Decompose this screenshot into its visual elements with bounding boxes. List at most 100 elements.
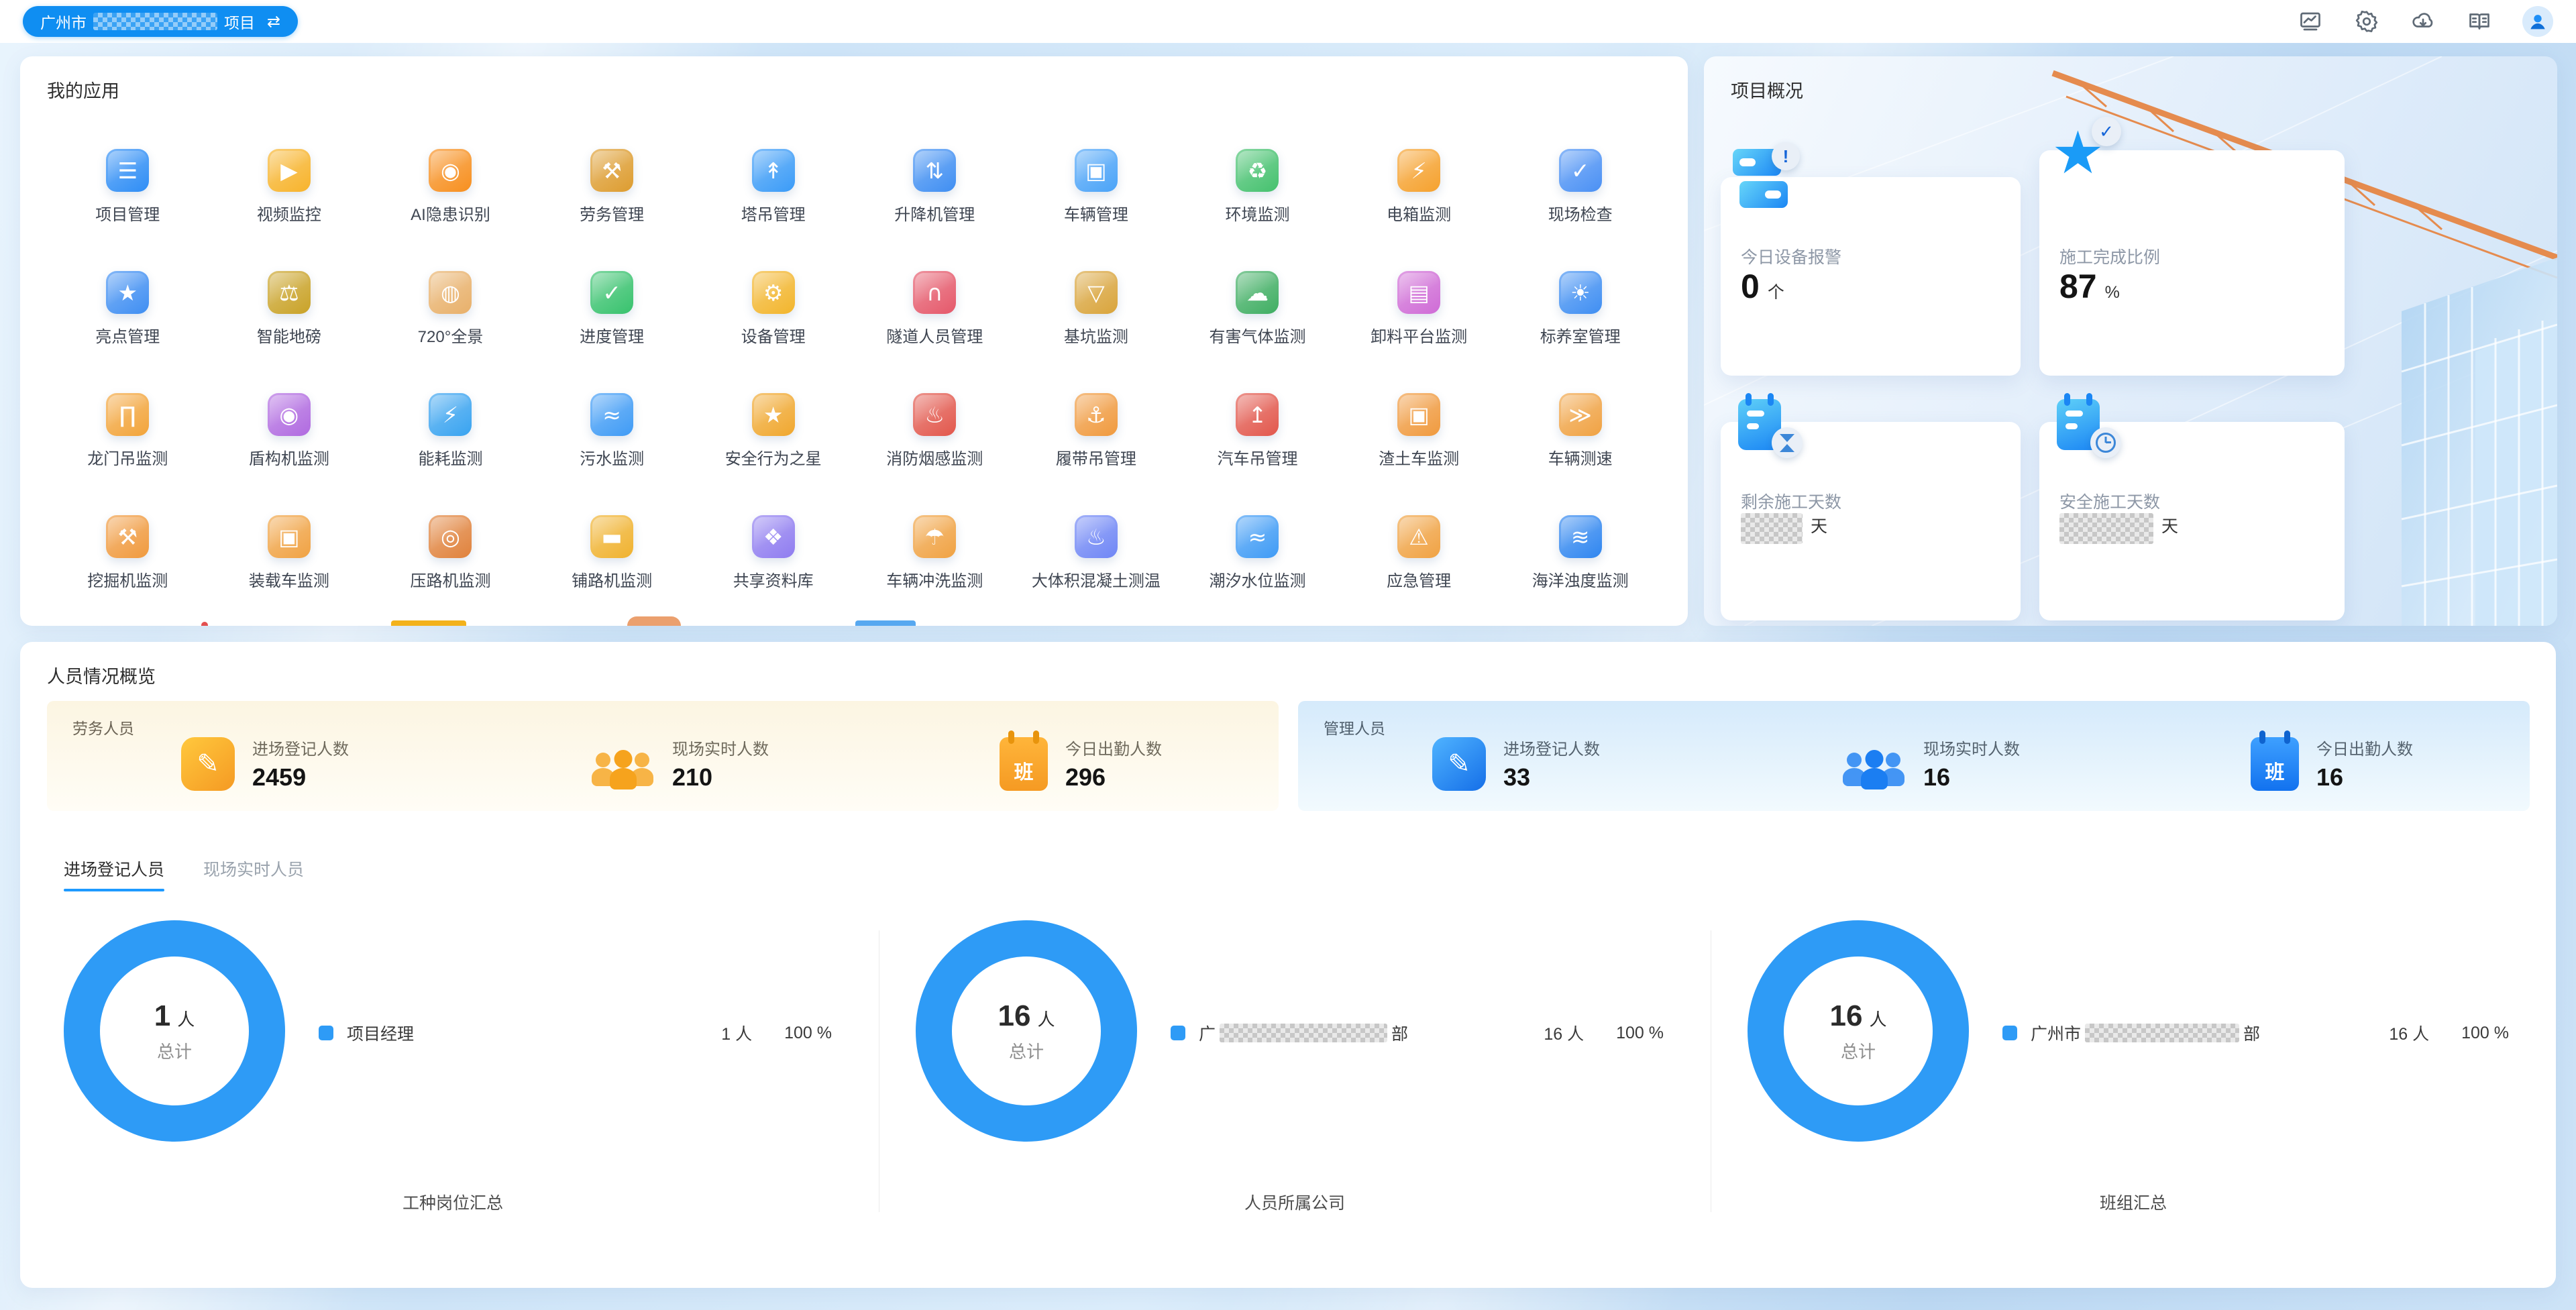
personnel-stat: ✎进场登记人数33 [1432, 736, 1841, 792]
tab-onsite-persons[interactable]: 现场实时人员 [203, 857, 304, 891]
monitor-chart-icon[interactable] [2297, 8, 2324, 35]
app-item[interactable]: ⚓履带吊管理 [1056, 393, 1136, 515]
app-label: 进度管理 [580, 323, 644, 347]
legend-swatch [2002, 1026, 2017, 1040]
app-item[interactable]: ⚠应急管理 [1387, 515, 1451, 626]
personnel-stat: 现场实时人数16 [1841, 736, 2251, 792]
app-item[interactable]: ⚒挖掘机监测 [87, 515, 168, 626]
chart-caption: 工种岗位汇总 [27, 1190, 879, 1214]
app-item[interactable]: ⚙设备管理 [741, 271, 806, 393]
app-item[interactable]: ⇅升降机管理 [894, 149, 975, 271]
legend-name: 项目经理 [347, 1021, 721, 1045]
register-icon: ✎ [181, 737, 235, 791]
app-item[interactable]: ♨大体积混凝土测温 [1032, 515, 1161, 626]
app-label: 装载车监测 [249, 567, 329, 591]
app-label: 能耗监测 [418, 445, 482, 469]
management-personnel-box: 管理人员 ✎进场登记人数33现场实时人数16班今日出勤人数16 [1298, 701, 2530, 811]
stat-label: 进场登记人数 [1503, 736, 1600, 759]
partial-app-icon [627, 616, 681, 626]
app-item[interactable]: ❖共享资料库 [733, 515, 814, 626]
app-item[interactable]: ☂车辆冲洗监测 [886, 515, 983, 626]
app-item[interactable]: ☀标养室管理 [1540, 271, 1621, 393]
people-icon [1841, 739, 1906, 789]
attendance-calendar-icon: 班 [1000, 737, 1048, 791]
card-unit: 天 [1811, 513, 1827, 537]
app-icon: ☁ [1236, 271, 1279, 314]
app-label: 应急管理 [1387, 567, 1451, 591]
app-item[interactable]: ▬铺路机监测 [572, 515, 652, 626]
app-item[interactable]: ≋海洋浊度监测 [1532, 515, 1629, 626]
app-item[interactable]: ▤卸料平台监测 [1371, 271, 1467, 393]
app-label: 车辆测速 [1548, 445, 1613, 469]
app-label: 升降机管理 [894, 201, 975, 225]
app-item[interactable]: ∩隧道人员管理 [886, 271, 983, 393]
personnel-stat: 现场实时人数210 [590, 736, 1000, 792]
card-label: 安全施工天数 [2059, 489, 2160, 513]
user-avatar[interactable] [2522, 6, 2553, 37]
partial-app-icon [855, 620, 916, 626]
app-item[interactable]: ≫车辆测速 [1548, 393, 1613, 515]
tab-registered-persons[interactable]: 进场登记人员 [64, 857, 164, 891]
app-item[interactable]: ◉AI隐患识别 [411, 149, 490, 271]
app-item[interactable]: ≈潮汐水位监测 [1209, 515, 1305, 626]
donut-center: 16人 总计 [952, 957, 1101, 1105]
star-check-icon: ★ ✓ [2051, 119, 2118, 186]
app-icon: ▶ [268, 149, 311, 192]
app-item[interactable]: ✓现场检查 [1548, 149, 1613, 271]
app-item[interactable]: ☰项目管理 [95, 149, 160, 271]
my-apps-title: 我的应用 [47, 76, 119, 103]
app-item[interactable]: ⚖智能地磅 [257, 271, 321, 393]
cloud-download-icon[interactable] [2410, 8, 2436, 35]
app-icon: ♨ [1075, 515, 1118, 558]
legend-percent: 100 % [784, 1024, 832, 1043]
settings-gear-icon[interactable] [2353, 8, 2380, 35]
app-item[interactable]: ◎压路机监测 [410, 515, 490, 626]
app-label: 电箱监测 [1387, 201, 1451, 225]
app-icon: ♨ [913, 393, 956, 436]
app-item[interactable]: ★亮点管理 [95, 271, 160, 393]
app-label: 智能地磅 [257, 323, 321, 347]
app-item[interactable]: ▣车辆管理 [1064, 149, 1128, 271]
calendar-clock-icon [2051, 391, 2118, 458]
app-item[interactable]: ↥汽车吊管理 [1217, 393, 1297, 515]
legend-percent: 100 % [1616, 1024, 1664, 1043]
app-icon: ≋ [1559, 515, 1602, 558]
app-item[interactable]: ▣渣土车监测 [1379, 393, 1459, 515]
app-item[interactable]: ▣装载车监测 [249, 515, 329, 626]
app-icon: ≈ [590, 393, 633, 436]
app-item[interactable]: ∏龙门吊监测 [87, 393, 168, 515]
personnel-donut-chart: 1人 总计 项目经理 1 人 100 % 工种岗位汇总 [27, 920, 879, 1229]
app-item[interactable]: ≈污水监测 [580, 393, 644, 515]
personnel-donut-chart: 16人 总计 广部 16 人 100 % 人员所属公司 [879, 920, 1711, 1229]
app-label: 标养室管理 [1540, 323, 1621, 347]
app-item[interactable]: ★安全行为之星 [725, 393, 822, 515]
app-item[interactable]: ◉盾构机监测 [249, 393, 329, 515]
app-item[interactable]: ⚡电箱监测 [1387, 149, 1451, 271]
stat-value: 16 [1923, 763, 2020, 792]
app-icon: ♻ [1236, 149, 1279, 192]
app-label: 车辆管理 [1064, 201, 1128, 225]
labor-title: 劳务人员 [72, 716, 134, 739]
manual-book-icon[interactable] [2466, 8, 2493, 35]
management-stats: ✎进场登记人数33现场实时人数16班今日出勤人数16 [1432, 736, 2576, 792]
app-item[interactable]: ✓进度管理 [580, 271, 644, 393]
project-switcher[interactable]: 广州市 项目 ⇄ [23, 6, 298, 37]
app-icon: ❖ [752, 515, 795, 558]
app-item[interactable]: ↟塔吊管理 [741, 149, 806, 271]
app-item[interactable]: ♨消防烟感监测 [886, 393, 983, 515]
app-label: 现场检查 [1548, 201, 1613, 225]
app-label: 龙门吊监测 [87, 445, 168, 469]
app-item[interactable]: ⚡能耗监测 [418, 393, 482, 515]
app-label: 安全行为之星 [725, 445, 822, 469]
app-item[interactable]: ▶视频监控 [257, 149, 321, 271]
app-item[interactable]: ☁有害气体监测 [1209, 271, 1305, 393]
app-item[interactable]: ◍720°全景 [418, 271, 484, 393]
project-overview-title: 项目概况 [1731, 76, 1803, 103]
app-item[interactable]: ♻环境监测 [1225, 149, 1289, 271]
project-name-prefix: 广州市 [40, 10, 87, 33]
app-item[interactable]: ▽基坑监测 [1064, 271, 1128, 393]
stat-label: 今日出勤人数 [1065, 736, 1162, 759]
legend-value: 1 人 [721, 1021, 752, 1045]
personnel-overview-panel: 人员情况概览 劳务人员 ✎进场登记人数2459现场实时人数210班今日出勤人数2… [20, 642, 2556, 1288]
app-item[interactable]: ⚒劳务管理 [580, 149, 644, 271]
